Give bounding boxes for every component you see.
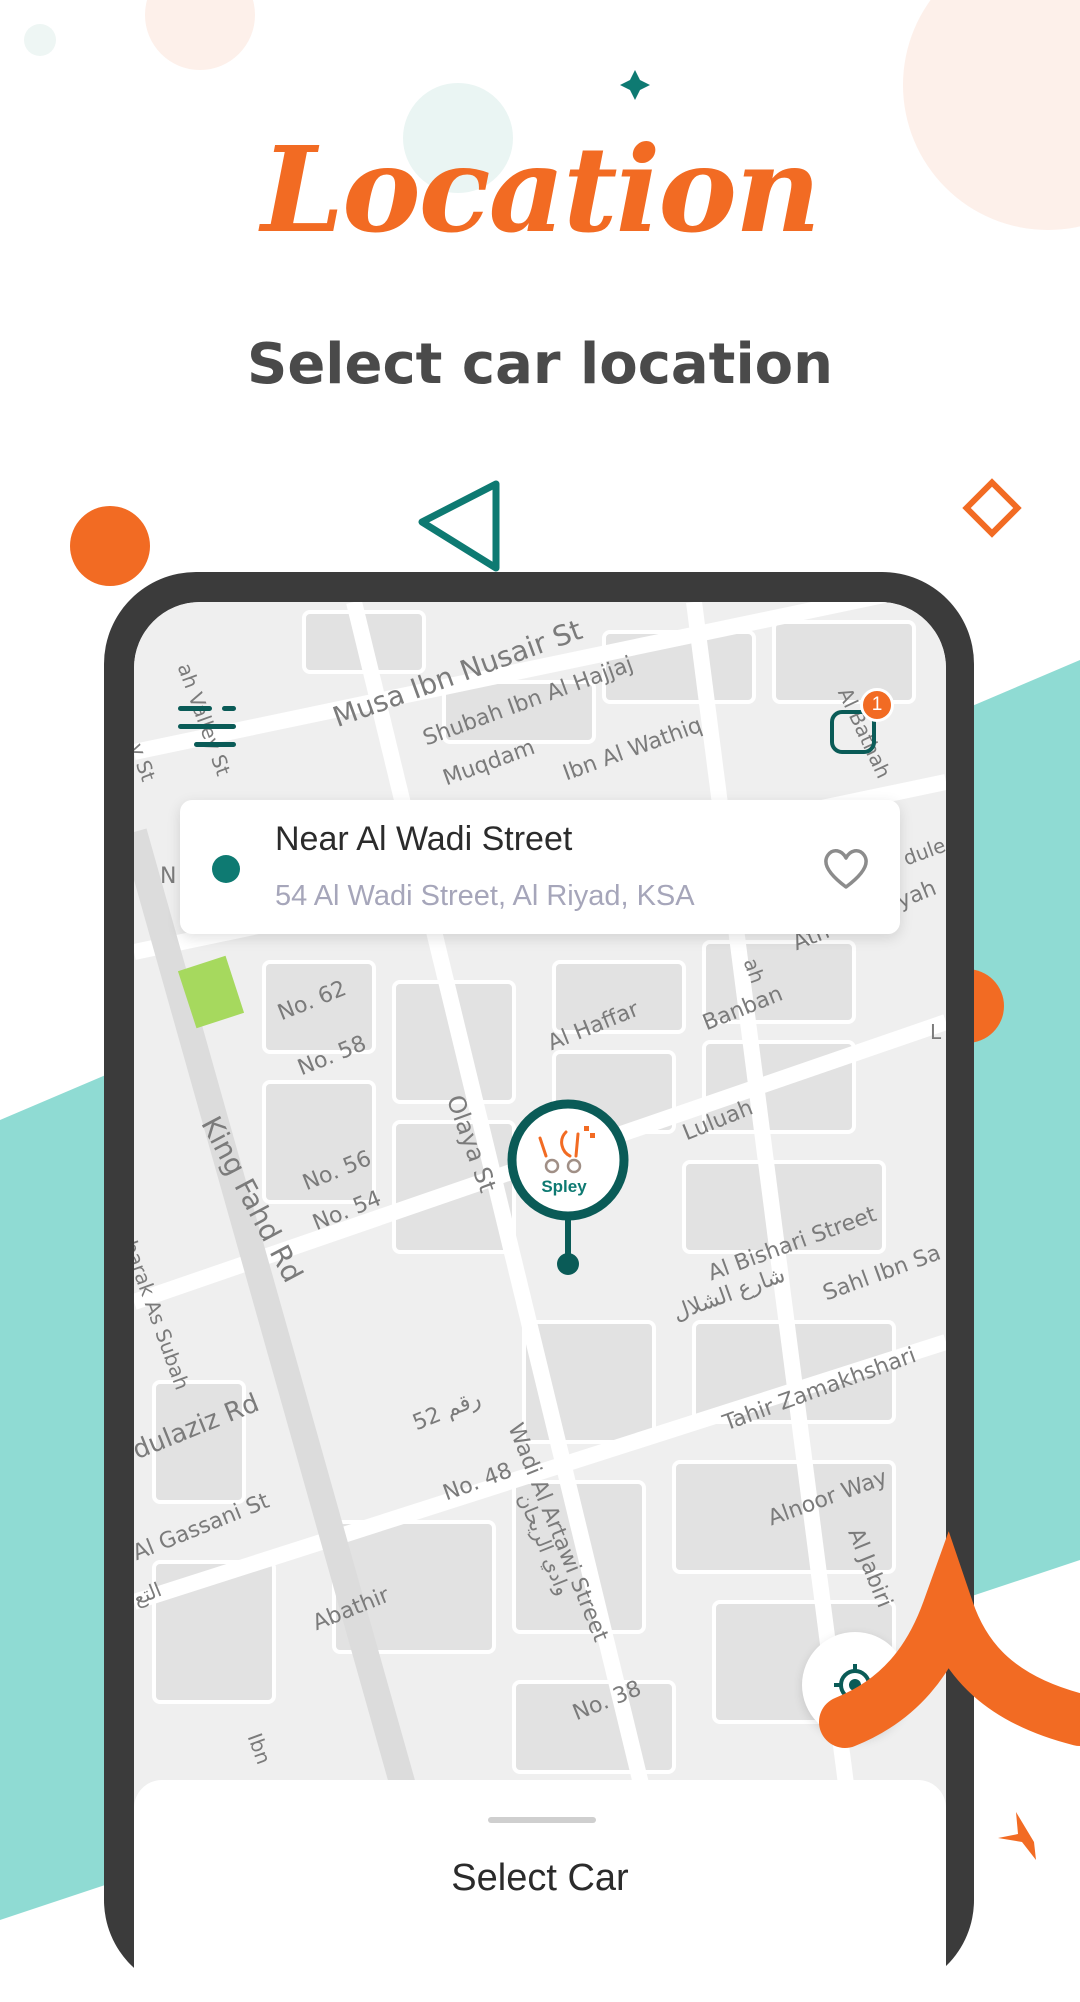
orange-swoosh-decor: [819, 1531, 1080, 1748]
